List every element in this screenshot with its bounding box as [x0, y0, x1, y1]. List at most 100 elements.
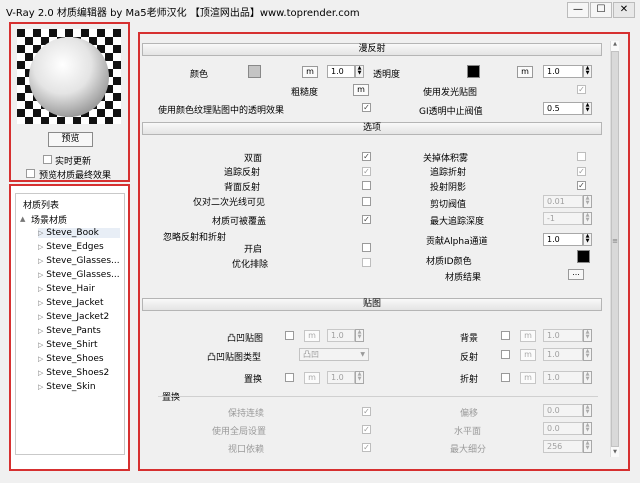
refraction-map-button[interactable]: m: [520, 372, 536, 384]
use-global-checkbox[interactable]: ✓: [362, 425, 371, 434]
parameters-panel: ▲ ≡ ▼ 漫反射 颜色 m 1.0 ▲ ▼ 透明度 m 1.0 ▲ ▼ 粗糙度 m…: [138, 32, 630, 471]
preview-final-checkbox[interactable]: [26, 169, 35, 178]
options-section-header[interactable]: 选项: [142, 122, 602, 135]
back-reflect-checkbox[interactable]: [362, 181, 371, 190]
bump-amount-spinner[interactable]: ▲ ▼: [355, 329, 364, 342]
list-item[interactable]: Steve_Jacket: [46, 298, 103, 308]
water-level-field[interactable]: 0.0: [543, 422, 583, 435]
displace-amount-field[interactable]: 1.0: [327, 371, 355, 384]
scene-materials-node[interactable]: 场景材质: [31, 213, 67, 226]
material-id-color-swatch[interactable]: [577, 250, 590, 263]
list-item[interactable]: Steve_Book: [46, 228, 99, 238]
list-item[interactable]: Steve_Pants: [46, 326, 101, 336]
transparency-swatch[interactable]: [467, 65, 480, 78]
closed-volume-checkbox[interactable]: [577, 152, 586, 161]
displace-map-checkbox[interactable]: [285, 373, 294, 382]
alpha-contribution-spinner[interactable]: ▲ ▼: [583, 233, 592, 246]
on-checkbox[interactable]: [362, 243, 371, 252]
transparency-amount-spinner[interactable]: ▲ ▼: [583, 65, 592, 78]
alpha-contribution-field[interactable]: 1.0: [543, 233, 583, 246]
secondary-only-checkbox[interactable]: [362, 197, 371, 206]
roughness-map-button[interactable]: m: [353, 84, 369, 96]
gi-cutoff-spinner[interactable]: ▲ ▼: [583, 102, 592, 115]
transparency-label: 透明度: [373, 70, 401, 80]
scroll-up-icon[interactable]: ▲: [611, 41, 619, 49]
color-swatch[interactable]: [248, 65, 261, 78]
preview-button[interactable]: 预览: [48, 132, 93, 147]
maps-section-header[interactable]: 贴图: [142, 298, 602, 311]
list-item[interactable]: Steve_Glasses...: [46, 270, 119, 280]
max-depth-spinner[interactable]: ▲ ▼: [583, 212, 592, 225]
background-map-button[interactable]: m: [520, 330, 536, 342]
bump-map-checkbox[interactable]: [285, 331, 294, 340]
material-list: 材质列表 ▲ 场景材质 ▷ Steve_Book ▷ Steve_Edges ▷…: [15, 193, 125, 455]
overridable-checkbox[interactable]: ✓: [362, 215, 371, 224]
trace-refract-checkbox[interactable]: ✓: [577, 167, 586, 176]
preview-panel: 预览 实时更新 预览材质最终效果: [9, 22, 130, 182]
trace-reflect-checkbox[interactable]: ✓: [362, 167, 371, 176]
bump-type-value: 凸凹: [303, 350, 319, 359]
shift-field[interactable]: 0.0: [543, 404, 583, 417]
reflection-amount-field[interactable]: 1.0: [543, 348, 583, 361]
gi-cutoff-field[interactable]: 0.5: [543, 102, 583, 115]
list-item[interactable]: Steve_Glasses...: [46, 256, 119, 266]
list-item[interactable]: Steve_Edges: [46, 242, 103, 252]
list-item[interactable]: Steve_Jacket2: [46, 312, 109, 322]
maximize-button[interactable]: ☐: [590, 2, 612, 18]
diffuse-section-header[interactable]: 漫反射: [142, 43, 602, 56]
color-map-button[interactable]: m: [302, 66, 318, 78]
clip-threshold-spinner[interactable]: ▲ ▼: [583, 195, 592, 208]
material-result-button[interactable]: ...: [568, 269, 584, 280]
background-amount-spinner[interactable]: ▲ ▼: [583, 329, 592, 342]
refraction-map-checkbox[interactable]: [501, 373, 510, 382]
color-amount-field[interactable]: 1.0: [327, 65, 355, 78]
refraction-amount-field[interactable]: 1.0: [543, 371, 583, 384]
list-item[interactable]: Steve_Shoes: [46, 354, 103, 364]
displace-map-button[interactable]: m: [304, 372, 320, 384]
bump-amount-field[interactable]: 1.0: [327, 329, 355, 342]
cast-shadows-checkbox[interactable]: ✓: [577, 181, 586, 190]
bump-map-button[interactable]: m: [304, 330, 320, 342]
scrollbar-thumb[interactable]: [611, 51, 619, 447]
reflection-amount-spinner[interactable]: ▲ ▼: [583, 348, 592, 361]
close-button[interactable]: ✕: [613, 2, 635, 18]
shift-spinner[interactable]: ▲ ▼: [583, 404, 592, 417]
color-amount-spinner[interactable]: ▲ ▼: [355, 65, 364, 78]
list-item[interactable]: Steve_Shirt: [46, 340, 97, 350]
refraction-amount-spinner[interactable]: ▲ ▼: [583, 371, 592, 384]
reflection-map-button[interactable]: m: [520, 349, 536, 361]
clip-threshold-field[interactable]: 0.01: [543, 195, 583, 208]
water-level-spinner[interactable]: ▲ ▼: [583, 422, 592, 435]
keep-continuity-checkbox[interactable]: ✓: [362, 407, 371, 416]
optimize-checkbox[interactable]: [362, 258, 371, 267]
displace-amount-spinner[interactable]: ▲ ▼: [355, 371, 364, 384]
expand-arrow-icon[interactable]: ▲: [20, 215, 25, 223]
use-alpha-checkbox[interactable]: ✓: [362, 103, 371, 112]
background-map-checkbox[interactable]: [501, 331, 510, 340]
list-item[interactable]: Steve_Shoes2: [46, 368, 109, 378]
max-subdivs-field[interactable]: 256: [543, 440, 583, 453]
reflection-map-checkbox[interactable]: [501, 350, 510, 359]
optimize-label: 优化排除: [232, 260, 269, 270]
max-depth-field[interactable]: -1: [543, 212, 583, 225]
minimize-button[interactable]: —: [567, 2, 589, 18]
bump-type-select[interactable]: 凸凹 ▼: [299, 348, 369, 361]
color-label: 颜色: [190, 70, 209, 80]
on-label: 开启: [244, 245, 263, 255]
transparency-amount-field[interactable]: 1.0: [543, 65, 583, 78]
scrollbar[interactable]: ▲ ≡ ▼: [610, 41, 619, 457]
keep-continuity-label: 保持连续: [228, 409, 265, 419]
use-global-label: 使用全局设置: [212, 427, 267, 437]
background-amount-field[interactable]: 1.0: [543, 329, 583, 342]
double-sided-checkbox[interactable]: ✓: [362, 152, 371, 161]
scroll-down-icon[interactable]: ▼: [611, 449, 619, 457]
list-item[interactable]: Steve_Hair: [46, 284, 95, 294]
back-reflect-label: 背面反射: [224, 183, 261, 193]
list-item[interactable]: Steve_Skin: [46, 382, 95, 392]
use-emissive-checkbox[interactable]: ✓: [577, 85, 586, 94]
transparency-map-button[interactable]: m: [517, 66, 533, 78]
max-subdivs-spinner[interactable]: ▲ ▼: [583, 440, 592, 453]
realtime-update-checkbox[interactable]: [43, 155, 52, 164]
material-preview-sphere: [17, 29, 121, 124]
view-dependent-checkbox[interactable]: ✓: [362, 443, 371, 452]
